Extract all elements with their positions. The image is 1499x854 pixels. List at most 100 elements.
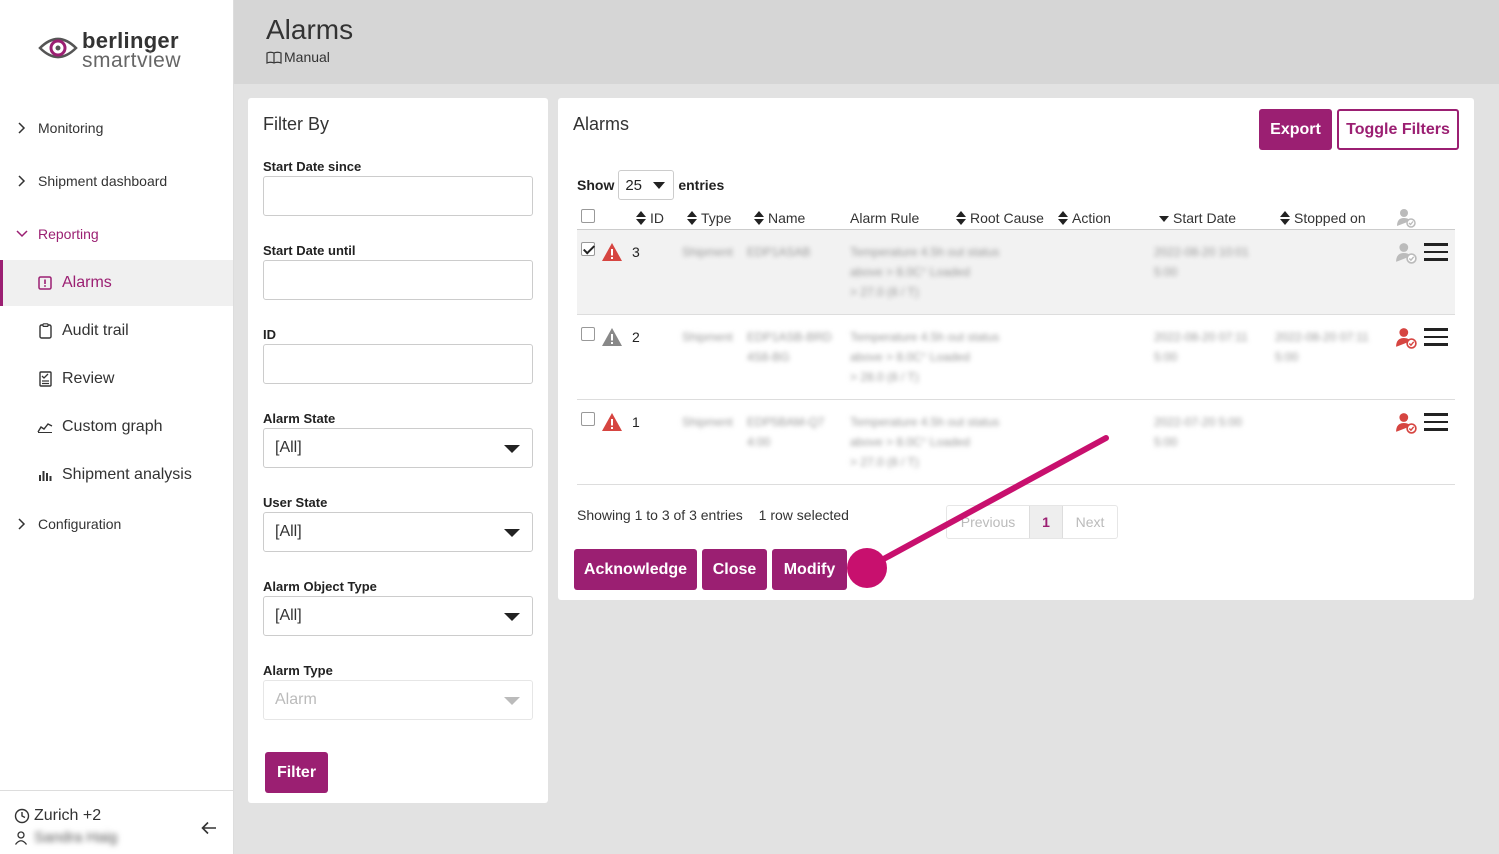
alarm-type: Shipment [682,330,733,344]
row-menu-icon[interactable] [1424,413,1448,431]
sort-desc-icon [1159,216,1169,224]
close-button[interactable]: Close [702,549,767,590]
arrow-left-icon [201,821,216,835]
alarm-rule-line: above > 8.0C° Loaded [850,435,970,449]
column-header-id[interactable]: ID [636,210,664,226]
column-header-root-cause[interactable]: Root Cause [956,210,1044,226]
sidebar-item-custom-graph[interactable]: Custom graph [0,404,233,450]
user-name: Sandra Haig [34,829,118,846]
column-header-label: Alarm Rule [850,210,920,226]
user-state-icon[interactable] [1395,242,1417,264]
alarm-name: EDP5BAM-Q7 4:00 [747,415,825,449]
user-display[interactable]: Sandra Haig [14,829,117,846]
alarm-rule-line: > 27.0 (8 / T) [850,455,919,469]
alarm-object-type-select[interactable]: [All] [263,596,533,636]
review-icon [36,371,54,387]
sort-icon [636,211,646,225]
row-menu-icon[interactable] [1424,328,1448,346]
alarm-object-type-label: Alarm Object Type [263,579,377,594]
user-state-header-icon [1397,209,1416,228]
sidebar-item-shipment-analysis[interactable]: Shipment analysis [0,452,233,498]
column-header-stopped-on[interactable]: Stopped on [1280,210,1366,226]
page-length-value: 25 [625,176,643,194]
sort-icon [1058,211,1068,225]
caret-down-icon [504,613,520,621]
alarm-state-value: [All] [275,439,302,456]
clipboard-icon [36,323,54,339]
row-checkbox[interactable] [581,412,595,426]
warning-icon [602,243,622,261]
caret-down-icon [504,697,520,705]
alarms-panel-title: Alarms [573,114,630,134]
timezone-label: Zurich +2 [34,807,102,824]
sidebar-item-label: Alarms [62,274,112,291]
manual-link[interactable]: Manual [266,49,330,65]
table-row[interactable]: 2 Shipment EDP1ASB-BRD 4S8-BG Temperatur… [577,315,1455,400]
start-date-until-input[interactable] [263,260,533,300]
row-menu-icon[interactable] [1424,243,1448,261]
berlinger-logo: berlinger smartview [38,28,198,76]
page-length-select[interactable]: 25 [618,170,675,200]
user-state-icon[interactable] [1395,412,1417,434]
table-row[interactable]: 3 Shipment EDP1ASAB Temperature 4.5h out… [577,230,1455,315]
sidebar-item-label: Reporting [38,226,99,242]
alarm-rule-line: above > 8.0C° Loaded [850,350,970,364]
column-header-label: Type [701,210,732,226]
next-page-button[interactable]: Next [1063,506,1117,538]
sidebar-item-alarms[interactable]: Alarms [0,260,233,306]
export-button[interactable]: Export [1259,109,1332,150]
alarm-name: EDP1ASAB [747,245,811,259]
sidebar-item-monitoring[interactable]: Monitoring [0,108,233,148]
column-header-type[interactable]: Type [687,210,731,226]
book-icon [266,51,282,64]
id-input[interactable] [263,344,533,384]
user-state-icon[interactable] [1395,327,1417,349]
start-date: 2022-08-20 07:11 [1154,330,1248,344]
id-label: ID [263,327,276,342]
alarm-type-label: Alarm Type [263,663,333,678]
start-date-since-input[interactable] [263,176,533,216]
column-header-start-date[interactable]: Start Date [1159,210,1236,226]
alarm-type: Shipment [682,245,733,259]
column-header-label: Name [768,210,806,226]
sidebar-item-label: Audit trail [62,322,129,339]
sort-icon [687,211,697,225]
alarm-state-select[interactable]: [All] [263,428,533,468]
page-title: Alarms [266,14,354,45]
user-state-select[interactable]: [All] [263,512,533,552]
caret-down-icon [653,182,666,189]
chevron-right-icon [16,518,28,530]
table-row[interactable]: 1 Shipment EDP5BAM-Q7 4:00 Temperature 4… [577,400,1455,485]
sidebar-item-configuration[interactable]: Configuration [0,504,233,544]
sidebar-item-review[interactable]: Review [0,356,233,402]
sidebar-item-label: Review [62,370,115,387]
previous-page-button[interactable]: Previous [947,506,1029,538]
row-checkbox[interactable] [581,327,595,341]
row-checkbox[interactable] [581,242,595,256]
table-info: Showing 1 to 3 of 3 entries 1 row select… [577,507,849,523]
sort-icon [754,211,764,225]
alarm-name: EDP1ASB-BRD 4S8-BG [747,330,832,364]
modify-button[interactable]: Modify [772,549,847,590]
alarm-type-select: Alarm [263,680,533,720]
column-header-alarm-rule[interactable]: Alarm Rule [850,210,919,226]
clock-icon [14,808,30,824]
column-header-action[interactable]: Action [1058,210,1111,226]
alarm-rule-line: > 28.0 (8 / T) [850,370,919,384]
page-1-button[interactable]: 1 [1029,506,1063,538]
collapse-sidebar-button[interactable] [198,817,220,839]
filter-button[interactable]: Filter [265,752,328,793]
column-header-name[interactable]: Name [754,210,805,226]
logo-text-smartview: smartview [82,49,182,72]
select-all-checkbox[interactable] [581,209,595,223]
acknowledge-button[interactable]: Acknowledge [574,549,697,590]
column-header-label: Start Date [1173,210,1237,226]
start-date: 2022-07-20 5:00 [1154,415,1243,429]
user-state-value: [All] [275,523,302,540]
sidebar-item-reporting[interactable]: Reporting [0,214,233,254]
sidebar-item-shipment-dashboard[interactable]: Shipment dashboard [0,161,233,201]
toggle-filters-button[interactable]: Toggle Filters [1337,109,1459,150]
sidebar-item-audit-trail[interactable]: Audit trail [0,308,233,354]
timezone-display[interactable]: Zurich +2 [14,807,101,825]
alarms-panel: Alarms Export Toggle Filters Show 25 ent… [558,98,1474,600]
